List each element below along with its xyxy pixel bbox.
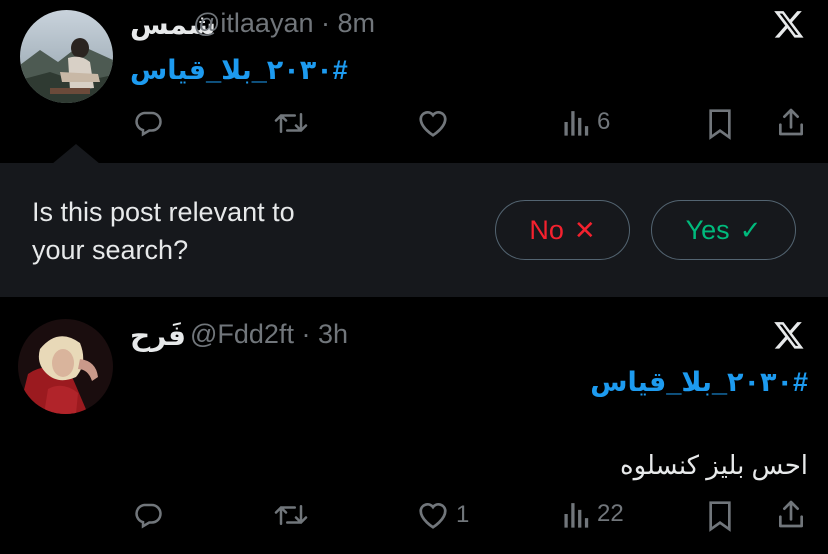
- timestamp: 3h: [317, 319, 349, 349]
- prompt-pointer: [52, 144, 100, 164]
- reply-icon: [135, 111, 162, 137]
- bookmark-button[interactable]: [706, 500, 734, 532]
- views-icon: [564, 111, 589, 136]
- x-logo-icon[interactable]: [773, 8, 805, 45]
- handle[interactable]: @Fdd2ft · 3h: [190, 319, 348, 350]
- retweet-icon: [274, 505, 308, 525]
- views-button[interactable]: 6: [563, 107, 610, 137]
- views-icon: [564, 503, 589, 528]
- like-button[interactable]: 1: [416, 500, 469, 530]
- tweet-2[interactable]: فَرح @Fdd2ft · 3h #٢٠٣٠_بلا_قياس احس بلي…: [0, 297, 828, 554]
- hashtag-link[interactable]: #٢٠٣٠_بلا_قياس: [590, 367, 808, 398]
- prompt-question-line1: Is this post relevant to: [32, 197, 295, 227]
- prompt-question-line2: your search?: [32, 235, 189, 265]
- reply-button[interactable]: [132, 108, 170, 138]
- x-logo-icon[interactable]: [773, 319, 805, 356]
- display-name[interactable]: فَرح: [130, 319, 186, 352]
- tweet-1[interactable]: شمس @itlaayan · 8m #٢٠٣٠_بلا_قياس 6: [0, 0, 828, 162]
- reply-icon: [135, 503, 162, 529]
- share-button[interactable]: [776, 498, 806, 530]
- no-label: No: [529, 214, 564, 245]
- views-button[interactable]: 22: [563, 499, 624, 529]
- like-button[interactable]: [416, 108, 456, 138]
- hashtag-link[interactable]: #٢٠٣٠_بلا_قياس: [130, 55, 348, 86]
- tweet-text: احس بليز كنسلوه: [619, 450, 808, 480]
- share-icon: [779, 500, 804, 528]
- like-count: 1: [456, 501, 470, 528]
- handle-text: @itlaayan: [193, 8, 314, 38]
- retweet-button[interactable]: [273, 108, 315, 138]
- like-icon: [419, 111, 447, 137]
- no-button[interactable]: No ✕: [495, 200, 630, 260]
- yes-button[interactable]: Yes ✓: [651, 200, 796, 260]
- relevance-prompt: Is this post relevant to your search? No…: [0, 163, 828, 297]
- bookmark-icon: [709, 501, 731, 532]
- share-icon: [779, 108, 804, 136]
- avatar[interactable]: [18, 319, 113, 414]
- like-icon: [419, 503, 447, 529]
- prompt-question: Is this post relevant to your search?: [32, 193, 295, 269]
- bookmark-button[interactable]: [706, 108, 734, 140]
- retweet-button[interactable]: [273, 500, 315, 530]
- separator: ·: [301, 319, 311, 349]
- share-button[interactable]: [776, 106, 806, 138]
- separator: ·: [321, 8, 330, 38]
- avatar[interactable]: [20, 10, 113, 103]
- handle-text: @Fdd2ft: [190, 319, 294, 349]
- yes-label: Yes: [685, 214, 730, 245]
- handle[interactable]: @itlaayan · 8m: [193, 8, 375, 39]
- reply-button[interactable]: [132, 500, 170, 530]
- bookmark-icon: [709, 109, 731, 140]
- timestamp: 8m: [337, 8, 376, 38]
- view-count: 6: [597, 108, 611, 135]
- retweet-icon: [274, 113, 308, 133]
- check-icon: ✓: [739, 214, 762, 245]
- close-icon: ✕: [573, 214, 596, 245]
- view-count: 22: [597, 500, 624, 527]
